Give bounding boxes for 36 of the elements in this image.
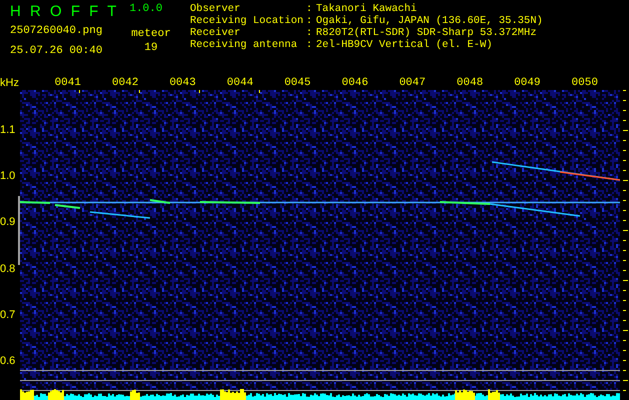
separator: : bbox=[306, 15, 314, 27]
frequency-label: 1.1 bbox=[0, 124, 16, 136]
time-label: 0047 bbox=[399, 77, 426, 89]
version-number: 1.0.0 bbox=[129, 3, 162, 17]
separator: : bbox=[306, 27, 314, 39]
info-label: Observer bbox=[190, 3, 242, 15]
time-label: 0044 bbox=[226, 77, 254, 89]
time-label: 0045 bbox=[284, 77, 311, 89]
time-label: 0046 bbox=[342, 77, 368, 89]
app-title: H R O F F T bbox=[10, 3, 118, 22]
info-label: Receiving Location bbox=[190, 15, 304, 27]
meteor-count: 19 bbox=[144, 42, 158, 54]
time-label: 0042 bbox=[112, 77, 138, 89]
axis-unit: kHz bbox=[0, 76, 20, 90]
info-value: Ogaki, Gifu, JAPAN (136.60E, 35.35N) bbox=[316, 15, 543, 27]
time-label: 0048 bbox=[456, 77, 484, 89]
time-label: 0049 bbox=[514, 77, 540, 89]
info-value: R820T2(RTL-SDR) SDR-Sharp 53.372MHz bbox=[316, 27, 538, 39]
frequency-label: 0.9 bbox=[0, 216, 16, 228]
frequency-label: 0.8 bbox=[0, 262, 16, 275]
info-label: Receiving antenna bbox=[190, 39, 298, 51]
separator: : bbox=[306, 3, 314, 15]
date-time: 25.07.26 00:40 bbox=[10, 45, 104, 57]
meteor-label: meteor bbox=[131, 28, 171, 40]
range-marker bbox=[18, 196, 20, 265]
info-label: Receiver bbox=[190, 27, 242, 39]
info-value: Takanori Kawachi bbox=[316, 3, 418, 15]
info-value: 2el-HB9CV Vertical (el. E-W) bbox=[316, 39, 494, 51]
file-name: 2507260040.png bbox=[10, 25, 104, 37]
time-label: 0041 bbox=[54, 77, 81, 89]
frequency-label: 0.6 bbox=[0, 354, 16, 367]
time-label: 0043 bbox=[169, 77, 196, 89]
frequency-label: 0.7 bbox=[0, 308, 16, 321]
separator: : bbox=[306, 39, 314, 51]
time-label: 0050 bbox=[572, 77, 598, 89]
frequency-label: 1.0 bbox=[0, 170, 16, 182]
